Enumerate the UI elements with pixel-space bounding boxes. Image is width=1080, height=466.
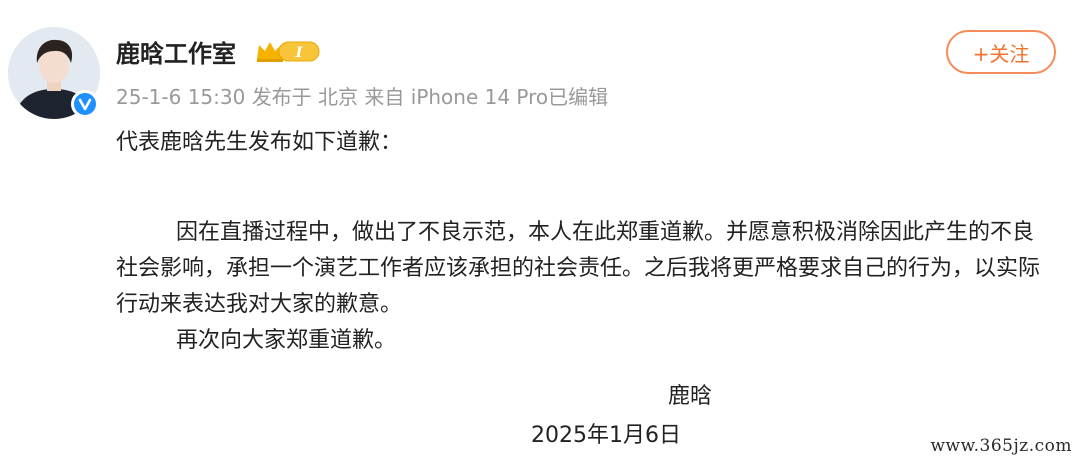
post-source: 来自 iPhone 14 Pro [364, 85, 549, 109]
post-paragraph: 再次向大家郑重道歉。 [176, 328, 397, 353]
author-name[interactable]: 鹿晗工作室 [116, 34, 236, 69]
post-signature-date: 2025年1月6日 [531, 423, 681, 448]
post-date[interactable]: 25-1-6 15:30 [116, 85, 245, 109]
follow-button[interactable]: +关注 [946, 30, 1056, 74]
verified-check-icon [78, 98, 92, 111]
watermark: www.365jz.com [930, 436, 1072, 456]
vip-badge[interactable]: I [255, 38, 321, 64]
verified-badge [71, 90, 99, 118]
post-location: 发布于 北京 [251, 85, 359, 109]
post-meta: 25-1-6 15:30 发布于 北京 来自 iPhone 14 Pro已编辑 [116, 81, 608, 110]
post-content: 代表鹿晗先生发布如下道歉： 因在直播过程中，做出了不良示范，本人在此郑重道歉。并… [116, 125, 1046, 359]
post-signature: 鹿晗 [668, 384, 713, 409]
post-intro: 代表鹿晗先生发布如下道歉： [116, 130, 403, 155]
vip-level-label: I [295, 45, 303, 61]
edited-label[interactable]: 已编辑 [548, 85, 608, 109]
post-paragraph: 因在直播过程中，做出了不良示范，本人在此郑重道歉。并愿意积极消除因此产生的不良社… [116, 220, 1041, 317]
weibo-post: 鹿晗工作室 I 25-1-6 15:30 发布于 北京 来自 iPhone 14… [0, 0, 1080, 466]
